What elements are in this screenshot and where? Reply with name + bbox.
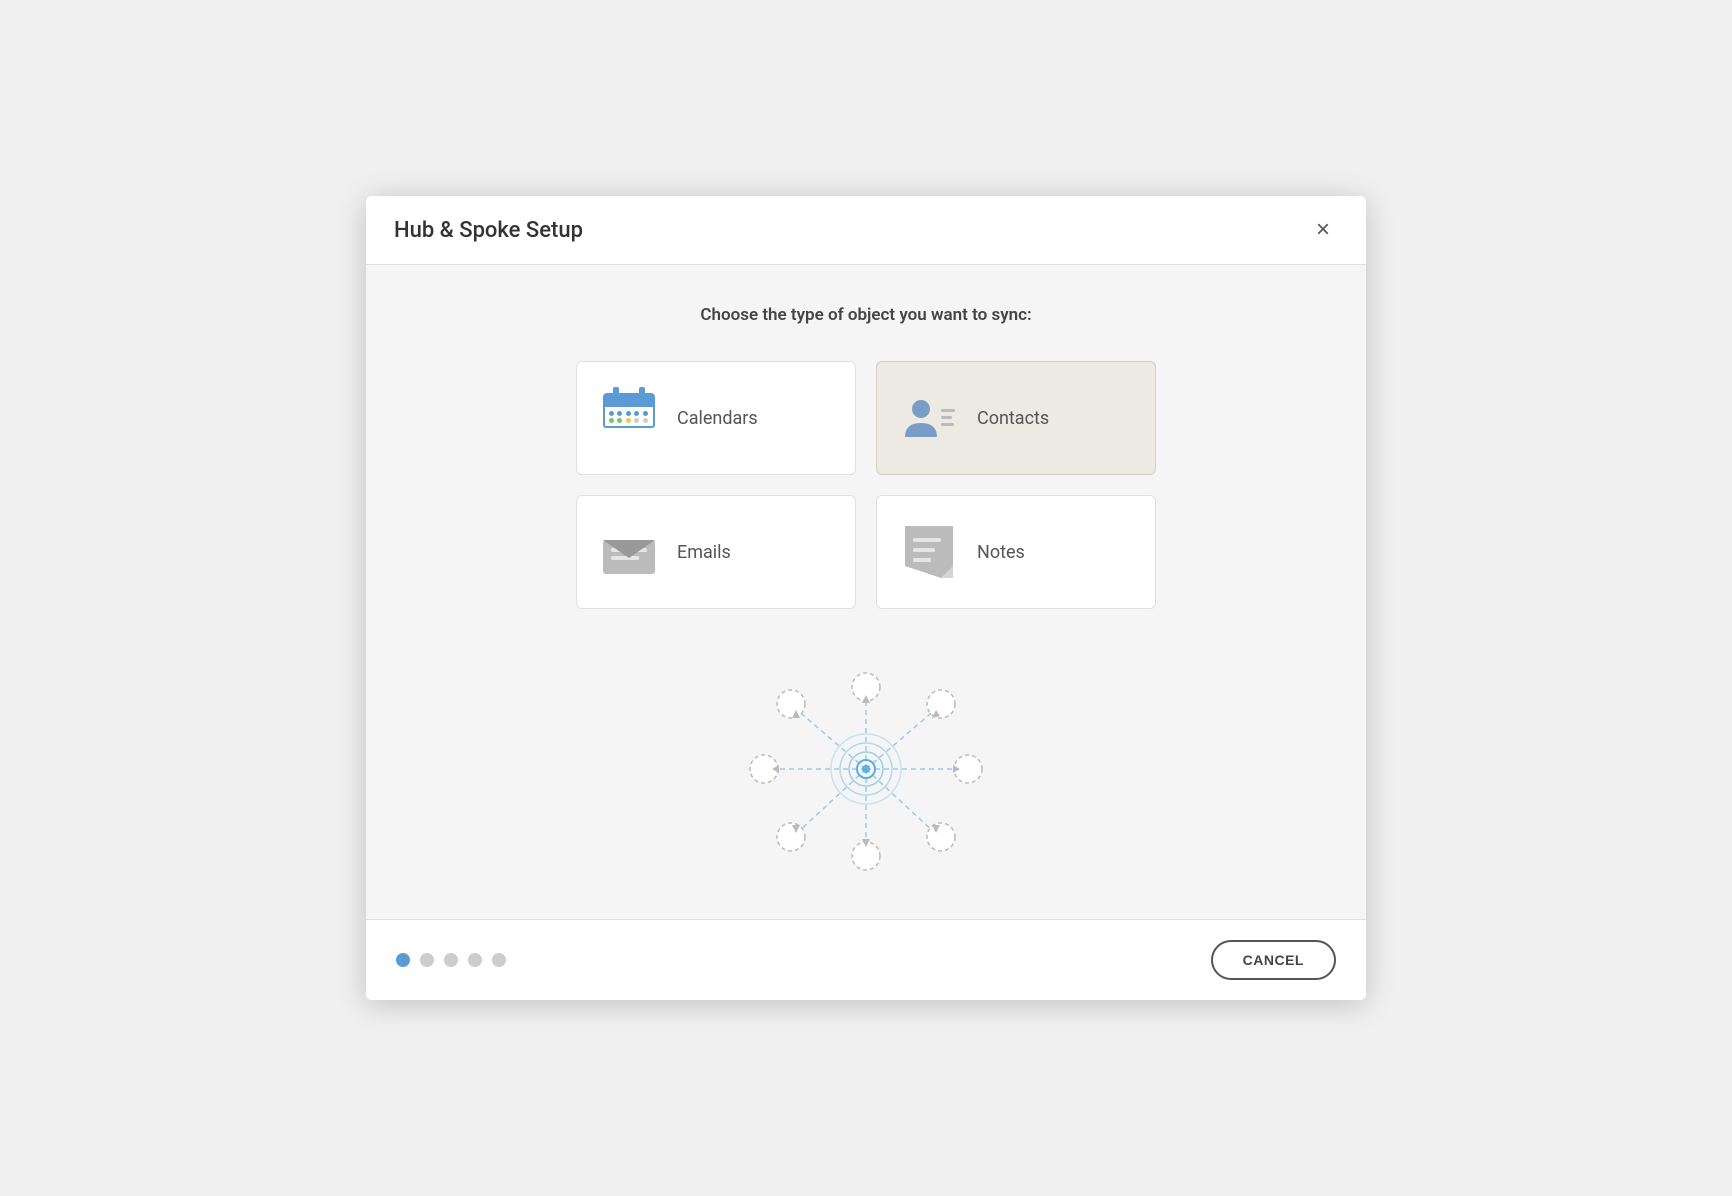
calendar-icon [601,390,657,446]
emails-label: Emails [677,542,731,563]
step-indicators [396,953,506,967]
card-calendars[interactable]: Calendars [576,361,856,475]
step-dot-3 [444,953,458,967]
object-type-grid: Calendars Contacts [576,361,1156,609]
dialog-header: Hub & Spoke Setup × [366,196,1366,265]
close-button[interactable]: × [1308,214,1338,246]
dialog-body: Choose the type of object you want to sy… [366,265,1366,919]
hub-spoke-diagram [736,659,996,879]
notes-icon [901,524,957,580]
notes-label: Notes [977,542,1025,563]
step-dot-5 [492,953,506,967]
dialog-footer: CANCEL [366,919,1366,1000]
calendars-label: Calendars [677,408,758,429]
hub-spoke-dialog: Hub & Spoke Setup × Choose the type of o… [366,196,1366,1000]
card-notes[interactable]: Notes [876,495,1156,609]
card-contacts[interactable]: Contacts [876,361,1156,475]
step-dot-1 [396,953,410,967]
email-icon [601,524,657,580]
contact-icon [901,390,957,446]
contacts-label: Contacts [977,408,1049,429]
dialog-title: Hub & Spoke Setup [394,218,583,243]
instruction-text: Choose the type of object you want to sy… [700,305,1031,325]
step-dot-4 [468,953,482,967]
step-dot-2 [420,953,434,967]
cancel-button[interactable]: CANCEL [1211,940,1336,980]
card-emails[interactable]: Emails [576,495,856,609]
